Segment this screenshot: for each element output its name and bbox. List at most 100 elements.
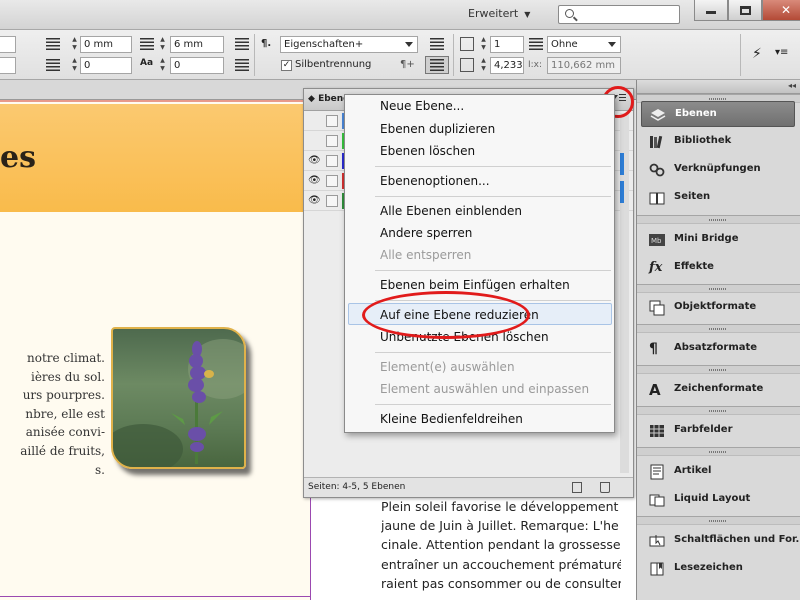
dock-item-swatches[interactable]: Farbfelder — [641, 418, 795, 444]
visibility-toggle[interactable] — [308, 135, 320, 147]
text-line: raient pas consommer ou de consulter — [381, 575, 621, 591]
left-edge-field-top[interactable] — [0, 36, 16, 53]
dock-item-liquid-layout[interactable]: Liquid Layout — [641, 487, 795, 513]
workspace-switcher[interactable]: Erweitert ▼ — [468, 7, 530, 20]
separator — [740, 34, 741, 76]
dock-item-character-styles[interactable]: A Zeichenformate — [641, 377, 795, 403]
text-line: nbre, elle est — [25, 406, 105, 421]
lock-toggle[interactable] — [326, 155, 338, 167]
right-text-frame[interactable]: Plein soleil favorise le développement j… — [381, 497, 621, 593]
menu-item-small-panel-rows[interactable]: Kleine Bedienfeldreihen — [380, 412, 523, 426]
window-controls: ✕ — [694, 0, 800, 22]
left-edge-field-bottom[interactable] — [0, 57, 16, 74]
separator — [254, 34, 255, 76]
close-button[interactable]: ✕ — [762, 0, 800, 21]
left-indent-field[interactable]: 0 mm — [80, 36, 132, 53]
character-styles-icon: A — [649, 381, 661, 399]
eye-icon[interactable]: 👁 — [308, 175, 321, 187]
panel-group-grip[interactable] — [637, 447, 800, 456]
layers-panel-menu: Neue Ebene... Ebenen duplizieren Ebenen … — [344, 94, 615, 433]
dock-item-mini-bridge[interactable]: Mb Mini Bridge — [641, 227, 795, 253]
space-before-icon — [140, 38, 154, 50]
column-width-stepper[interactable]: ▲ ▼ — [479, 57, 488, 74]
drop-cap-stepper[interactable]: ▲ ▼ — [158, 57, 167, 74]
panel-group-grip[interactable] — [637, 284, 800, 293]
bulleted-list-icon[interactable] — [235, 38, 249, 50]
menu-separator — [375, 270, 611, 271]
dock-item-library[interactable]: Bibliothek — [641, 129, 795, 155]
panel-group-grip[interactable] — [637, 365, 800, 374]
numbered-list-icon[interactable] — [235, 59, 249, 71]
lock-toggle[interactable] — [326, 195, 338, 207]
dock-item-articles[interactable]: Artikel — [641, 459, 795, 485]
layers-scrollbar[interactable] — [620, 113, 629, 473]
space-before-stepper[interactable]: ▲ ▼ — [158, 36, 167, 53]
collapse-icon[interactable]: ◂◂ — [788, 81, 796, 90]
hyphenation-checkbox[interactable]: ✓ — [281, 60, 292, 71]
panel-group-grip[interactable] — [637, 406, 800, 415]
columns-field[interactable]: 1 — [490, 36, 524, 53]
plant-photo[interactable] — [111, 327, 246, 469]
buttons-forms-icon — [649, 535, 665, 547]
eye-icon[interactable]: 👁 — [308, 155, 321, 167]
search-field[interactable] — [558, 5, 680, 24]
links-icon — [649, 163, 665, 177]
visibility-toggle[interactable] — [308, 115, 320, 127]
left-text-frame[interactable]: notre climat. ières du sol. urs pourpres… — [0, 349, 105, 479]
align-icon[interactable] — [430, 38, 444, 50]
chevron-down-icon: ▼ — [524, 10, 531, 19]
total-width-field: 110,662 mm — [547, 57, 621, 74]
new-layer-icon[interactable] — [572, 482, 582, 493]
drop-cap-lines-field[interactable]: 0 — [170, 57, 224, 74]
dock-item-object-styles[interactable]: Objektformate — [641, 295, 795, 321]
first-line-indent-field[interactable]: 0 — [80, 57, 132, 74]
space-after-field[interactable]: 6 mm — [170, 36, 224, 53]
justify-toggle[interactable] — [425, 56, 449, 74]
bookmarks-icon — [650, 562, 664, 576]
menu-item-lock-others[interactable]: Andere sperren — [380, 226, 472, 240]
menu-item-duplicate-layers[interactable]: Ebenen duplizieren — [380, 122, 495, 136]
menu-separator — [375, 196, 611, 197]
dock-item-pages[interactable]: Seiten — [641, 185, 795, 211]
trash-icon[interactable] — [600, 482, 610, 493]
paragraph-style-dropdown[interactable]: Eigenschaften+ — [280, 36, 418, 53]
layers-status: Seiten: 4-5, 5 Ebenen — [308, 482, 406, 492]
menu-separator — [375, 166, 611, 167]
panel-group-grip[interactable] — [637, 324, 800, 333]
dock-item-effects[interactable]: fx Effekte — [641, 255, 795, 281]
library-icon — [650, 135, 663, 149]
panel-group-grip[interactable] — [637, 516, 800, 525]
left-indent-stepper[interactable]: ▲ ▼ — [70, 36, 79, 53]
panel-group-grip[interactable] — [637, 215, 800, 224]
columns-stepper[interactable]: ▲ ▼ — [479, 36, 488, 53]
dock-item-bookmarks[interactable]: Lesezeichen — [641, 556, 795, 582]
lock-toggle[interactable] — [326, 175, 338, 187]
menu-item-layer-options[interactable]: Ebenenoptionen... — [380, 174, 490, 188]
menu-item-paste-remembers-layers[interactable]: Ebenen beim Einfügen erhalten — [380, 278, 570, 292]
dock-item-paragraph-styles[interactable]: ¶ Absatzformate — [641, 336, 795, 362]
lock-toggle[interactable] — [326, 135, 338, 147]
dock-item-label: Liquid Layout — [674, 493, 751, 504]
dock-item-layers[interactable]: Ebenen — [641, 101, 795, 127]
dock-item-label: Artikel — [674, 465, 712, 476]
restore-button[interactable] — [728, 0, 762, 21]
application-bar: Erweitert ▼ ✕ — [0, 0, 800, 30]
minimize-button[interactable] — [694, 0, 728, 21]
panel-menu-icon[interactable]: ▾≡ — [775, 47, 788, 58]
columns-icon — [460, 37, 474, 51]
column-width-field[interactable]: 4,233 r — [490, 57, 524, 74]
menu-item-new-layer[interactable]: Neue Ebene... — [380, 99, 464, 113]
paragraph-mark-icon: ¶+ — [400, 59, 415, 70]
menu-item-delete-layers[interactable]: Ebenen löschen — [380, 144, 475, 158]
dock-item-links[interactable]: Verknüpfungen — [641, 157, 795, 183]
panel-dock: ◂◂ Ebenen Bibliothek Verknüpfungen Seite… — [636, 80, 800, 600]
first-line-indent-icon — [46, 59, 60, 71]
quick-apply-icon[interactable]: ⚡ — [752, 46, 762, 62]
lock-toggle[interactable] — [326, 115, 338, 127]
selection-indicator — [620, 181, 624, 203]
eye-icon[interactable]: 👁 — [308, 195, 321, 207]
span-columns-dropdown[interactable]: Ohne — [547, 36, 621, 53]
first-line-stepper[interactable]: ▲ ▼ — [70, 57, 79, 74]
menu-item-show-all-layers[interactable]: Alle Ebenen einblenden — [380, 204, 522, 218]
dock-item-buttons-forms[interactable]: Schaltflächen und For... — [641, 528, 800, 554]
